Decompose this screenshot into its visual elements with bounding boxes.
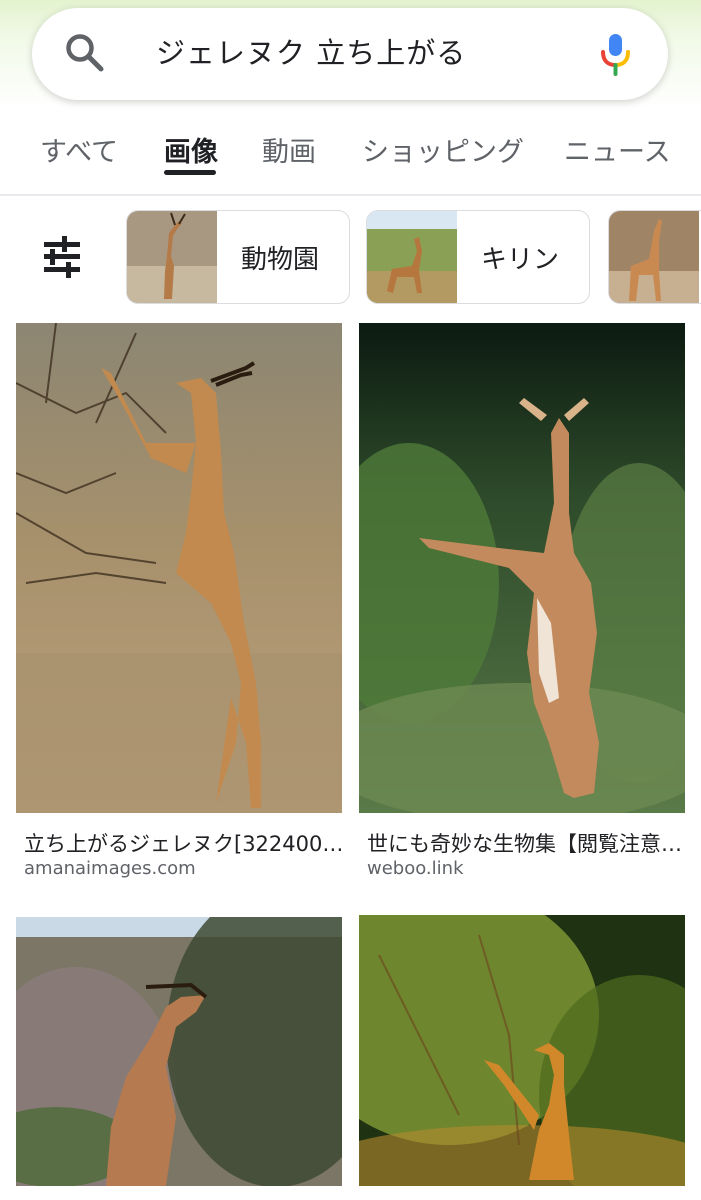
result-image[interactable] (16, 323, 342, 813)
search-icon[interactable] (62, 30, 106, 74)
chip-thumbnail (609, 211, 699, 303)
tab-news[interactable]: ニュース (564, 130, 671, 169)
filter-icon[interactable] (40, 236, 84, 278)
tab-images[interactable]: 画像 (164, 130, 218, 169)
result-source: amanaimages.com (24, 858, 196, 879)
chip-label: 動物園 (241, 244, 320, 275)
mic-icon[interactable] (596, 30, 636, 78)
result-image[interactable] (359, 915, 685, 1186)
tab-videos[interactable]: 動画 (262, 130, 316, 169)
chip-giraffe[interactable]: キリン (366, 210, 590, 304)
result-image[interactable] (359, 323, 685, 813)
chip-thumbnail (127, 211, 217, 303)
result-title[interactable]: 立ち上がるジェレヌク[322400… (24, 828, 342, 858)
tab-shopping[interactable]: ショッピング (362, 130, 524, 169)
tab-all[interactable]: すべて (40, 130, 118, 169)
result-image[interactable] (16, 917, 342, 1186)
active-tab-indicator (164, 170, 216, 175)
bottom-edge (0, 1186, 701, 1200)
tabs-divider (0, 194, 701, 196)
search-tabs: すべて 画像 動画 ショッピング ニュース (0, 120, 701, 180)
chip-partial[interactable] (608, 210, 701, 304)
chip-label: キリン (481, 244, 560, 275)
result-source: weboo.link (367, 858, 464, 879)
chip-zoo[interactable]: 動物園 (126, 210, 350, 304)
result-title[interactable]: 世にも奇妙な生物集【閲覧注意… (367, 828, 685, 858)
chip-thumbnail (367, 211, 457, 303)
search-input[interactable]: ジェレヌク 立ち上がる (156, 30, 466, 76)
